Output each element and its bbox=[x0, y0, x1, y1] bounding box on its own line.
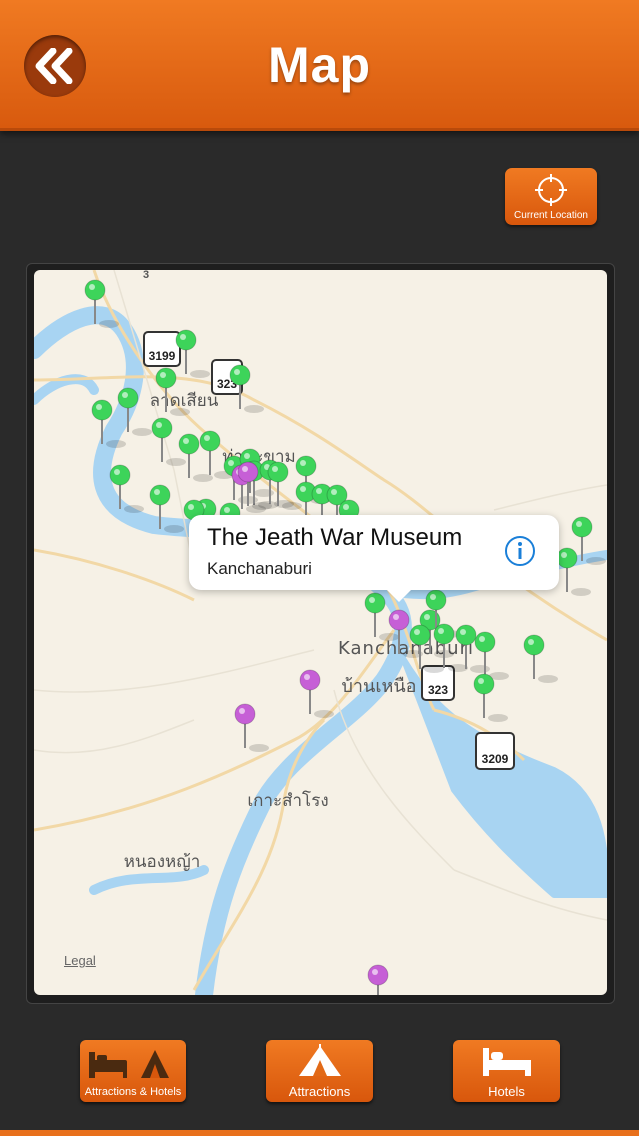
place-label: ลาดเสียน bbox=[150, 391, 219, 411]
place-label: เกาะสำโรง bbox=[247, 790, 328, 811]
tab-attractions[interactable]: Attractions bbox=[266, 1040, 373, 1102]
place-label: บ้านเหนือ bbox=[342, 676, 417, 697]
place-label: หนองหญ้า bbox=[124, 852, 201, 872]
callout-subtitle: Kanchanaburi bbox=[207, 559, 312, 578]
shield-label: 3199 bbox=[149, 349, 176, 363]
legal-link[interactable]: Legal bbox=[64, 953, 96, 968]
river bbox=[34, 306, 607, 995]
hotel-pin[interactable] bbox=[234, 703, 269, 752]
callout-title: The Jeath War Museum bbox=[207, 524, 463, 551]
crosshair-icon bbox=[535, 174, 567, 206]
attraction-pin[interactable] bbox=[473, 673, 508, 722]
bottom-bar bbox=[0, 1130, 639, 1136]
hotel-pin[interactable] bbox=[367, 964, 402, 995]
map-view[interactable]: 3199 323 323 3209 3 ลาดเสียน ท่ามะขาม บ้… bbox=[34, 270, 607, 995]
shield-label: 323 bbox=[428, 683, 448, 697]
hotel-pin[interactable] bbox=[299, 669, 334, 718]
header-bar: Map bbox=[0, 0, 639, 131]
current-location-label: Current Location bbox=[514, 210, 588, 221]
info-icon[interactable] bbox=[504, 535, 536, 567]
attraction-pin[interactable] bbox=[523, 634, 558, 683]
tab-label: Attractions bbox=[288, 1084, 351, 1099]
tab-label: Hotels bbox=[488, 1084, 525, 1099]
current-location-button[interactable]: Current Location bbox=[505, 168, 597, 225]
attraction-pin[interactable] bbox=[175, 329, 210, 378]
map-callout[interactable]: The Jeath War Museum Kanchanaburi bbox=[189, 515, 559, 602]
tent-icon bbox=[299, 1044, 341, 1076]
map-canvas: 3199 323 323 3209 3 ลาดเสียน ท่ามะขาม บ้… bbox=[34, 270, 607, 995]
shield-label: 3209 bbox=[482, 752, 509, 766]
tab-hotels[interactable]: Hotels bbox=[453, 1040, 560, 1102]
bed-and-tent-icon bbox=[89, 1050, 169, 1078]
tab-attractions-hotels[interactable]: Attractions & Hotels bbox=[80, 1040, 186, 1102]
tab-label: Attractions & Hotels bbox=[84, 1086, 182, 1098]
shield-label: 3 bbox=[143, 270, 149, 281]
bed-icon bbox=[483, 1048, 531, 1076]
page-title: Map bbox=[268, 37, 371, 93]
